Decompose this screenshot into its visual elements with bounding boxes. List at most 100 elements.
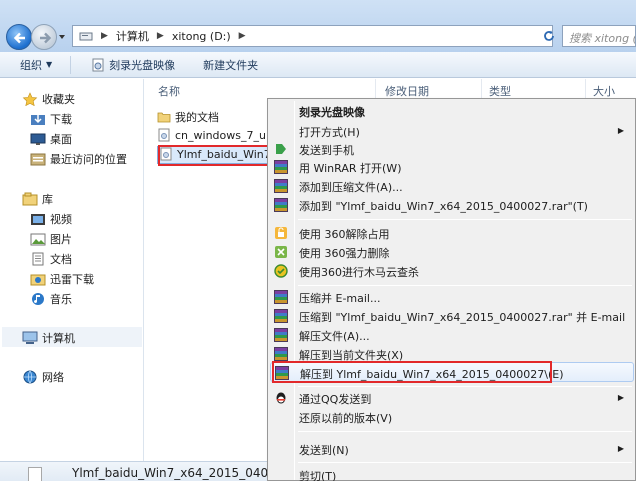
pictures-library-icon xyxy=(30,233,46,246)
nav-xunlei-downloads[interactable]: 迅雷下载 xyxy=(30,271,94,287)
breadcrumb-computer[interactable]: 计算机 xyxy=(112,28,153,44)
organize-button[interactable]: 组织 ▼ xyxy=(12,54,60,76)
nav-recent-places-label: 最近访问的位置 xyxy=(50,153,127,166)
network-icon xyxy=(23,370,37,384)
menu-item-360-unlock[interactable]: 使用 360解除占用 xyxy=(270,223,634,243)
menu-item-compress-named-email[interactable]: 压缩到 "Ylmf_baidu_Win7_x64_2015_0400027.ra… xyxy=(270,306,634,326)
file-thumbnail xyxy=(28,467,42,481)
column-header-type[interactable]: 类型 xyxy=(489,83,511,99)
disc-image-icon xyxy=(92,58,104,71)
menu-separator xyxy=(298,462,632,463)
new-folder-button[interactable]: 新建文件夹 xyxy=(195,54,266,76)
column-divider[interactable] xyxy=(375,79,376,99)
breadcrumb-separator[interactable]: ▶ xyxy=(235,31,250,41)
nav-network[interactable]: 网络 xyxy=(22,369,64,385)
nav-downloads-label: 下载 xyxy=(50,113,72,126)
submenu-arrow-icon: ▶ xyxy=(617,393,624,402)
menu-item-label: 剪切(T) xyxy=(299,470,337,481)
breadcrumb-separator[interactable]: ▶ xyxy=(153,31,168,41)
column-header-name[interactable]: 名称 xyxy=(158,83,180,99)
breadcrumb-separator[interactable]: ▶ xyxy=(97,31,112,41)
menu-item-extract-files[interactable]: 解压文件(A)... xyxy=(270,325,634,345)
address-box[interactable]: ▶ 计算机 ▶ xitong (D:) ▶ xyxy=(72,25,608,47)
column-header-size[interactable]: 大小 xyxy=(593,83,615,99)
column-divider[interactable] xyxy=(481,79,482,99)
nav-downloads[interactable]: 下载 xyxy=(30,111,72,127)
menu-item-360-trojan-scan[interactable]: 使用360进行木马云查杀 xyxy=(270,261,634,281)
menu-item-label: 压缩到 "Ylmf_baidu_Win7_x64_2015_0400027.ra… xyxy=(299,311,626,324)
column-divider[interactable] xyxy=(585,79,586,99)
menu-item-label: 还原以前的版本(V) xyxy=(299,412,393,425)
column-header-date[interactable]: 修改日期 xyxy=(385,83,429,99)
back-button[interactable] xyxy=(6,24,32,50)
nav-documents[interactable]: 文档 xyxy=(30,251,72,267)
menu-item-360-force-delete[interactable]: 使用 360强力删除 xyxy=(270,242,634,262)
menu-item-add-to-archive[interactable]: 添加到压缩文件(A)... xyxy=(270,176,634,196)
forward-button[interactable] xyxy=(31,24,57,50)
menu-separator xyxy=(298,386,632,387)
menu-item-send-to[interactable]: 发送到(N) ▶ xyxy=(270,439,634,459)
nav-videos[interactable]: 视频 xyxy=(30,211,72,227)
nav-music[interactable]: 音乐 xyxy=(30,291,72,307)
libraries-icon xyxy=(22,192,38,206)
nav-documents-label: 文档 xyxy=(50,253,72,266)
menu-item-restore-previous-versions[interactable]: 还原以前的版本(V) xyxy=(270,407,634,427)
nav-libraries-label: 库 xyxy=(42,193,53,206)
nav-favorites[interactable]: 收藏夹 xyxy=(22,91,75,107)
menu-item-label: 添加到 "Ylmf_baidu_Win7_x64_2015_0400027.ra… xyxy=(299,200,588,213)
360-unlock-icon xyxy=(275,227,287,239)
menu-item-label: 发送到(N) xyxy=(299,444,349,457)
nav-pictures-label: 图片 xyxy=(50,233,72,246)
nav-desktop[interactable]: 桌面 xyxy=(30,131,72,147)
nav-recent-places[interactable]: 最近访问的位置 xyxy=(30,151,127,167)
submenu-arrow-icon: ▶ xyxy=(617,444,624,453)
computer-icon xyxy=(22,331,38,344)
back-arrow-icon xyxy=(13,32,25,44)
nav-network-label: 网络 xyxy=(42,371,64,384)
burn-label: 刻录光盘映像 xyxy=(109,58,176,72)
menu-item-burn-disc-image[interactable]: 刻录光盘映像 xyxy=(270,101,634,121)
menu-item-send-to-phone[interactable]: 发送到手机 xyxy=(270,139,634,159)
winrar-icon xyxy=(274,198,288,212)
recent-pages-chevron-icon[interactable] xyxy=(58,33,66,41)
phone-icon xyxy=(276,144,286,154)
downloads-folder-icon xyxy=(31,115,45,125)
menu-item-open-with[interactable]: 打开方式(H) ▶ xyxy=(270,121,634,141)
star-icon xyxy=(22,92,38,106)
menu-item-compress-email[interactable]: 压缩并 E-mail... xyxy=(270,287,634,307)
winrar-icon xyxy=(274,290,288,304)
videos-library-icon xyxy=(31,214,45,225)
recent-places-icon xyxy=(30,153,46,166)
documents-library-icon xyxy=(32,252,44,266)
nav-computer[interactable]: 计算机 xyxy=(22,330,75,346)
file-name: 我的文档 xyxy=(175,111,219,124)
details-file-name: Ylmf_baidu_Win7_x64_2015_040002 xyxy=(72,466,291,480)
navigation-pane: 收藏夹 下载 桌面 最近访问的位置 库 视频 图片 文档 迅雷下载 音乐 计算机 xyxy=(0,79,144,461)
organize-label: 组织 xyxy=(20,58,42,72)
file-row[interactable]: 我的文档 xyxy=(157,109,219,125)
xunlei-folder-icon xyxy=(30,274,46,286)
address-bar-row: ▶ 计算机 ▶ xitong (D:) ▶ 搜索 xitong (D:) xyxy=(0,0,636,52)
burn-disc-image-button[interactable]: 刻录光盘映像 xyxy=(83,54,183,76)
context-menu: 刻录光盘映像 打开方式(H) ▶ 发送到手机 用 WinRAR 打开(W) 添加… xyxy=(267,98,636,481)
search-input[interactable]: 搜索 xitong (D:) xyxy=(562,25,636,47)
nav-libraries[interactable]: 库 xyxy=(22,191,53,207)
desktop-icon xyxy=(30,133,46,145)
menu-item-cut[interactable]: 剪切(T) xyxy=(270,465,634,481)
refresh-icon xyxy=(544,30,554,41)
chevron-down-icon: ▼ xyxy=(46,60,53,69)
menu-item-label: 通过QQ发送到 xyxy=(299,393,372,406)
menu-item-label: 使用360进行木马云查杀 xyxy=(299,266,419,279)
menu-item-label: 使用 360强力删除 xyxy=(299,247,390,260)
menu-item-label: 压缩并 E-mail... xyxy=(299,292,381,305)
iso-file-icon xyxy=(158,128,170,142)
nav-pictures[interactable]: 图片 xyxy=(30,231,72,247)
menu-item-open-with-winrar[interactable]: 用 WinRAR 打开(W) xyxy=(270,157,634,177)
breadcrumb-drive[interactable]: xitong (D:) xyxy=(168,30,235,43)
refresh-button[interactable] xyxy=(540,25,558,47)
menu-item-label: 发送到手机 xyxy=(299,144,354,157)
menu-item-send-via-qq[interactable]: 通过QQ发送到 ▶ xyxy=(270,388,634,408)
highlight-annotation xyxy=(158,145,276,166)
menu-item-add-to-named-rar[interactable]: 添加到 "Ylmf_baidu_Win7_x64_2015_0400027.ra… xyxy=(270,195,634,215)
command-bar: 组织 ▼ 刻录光盘映像 新建文件夹 xyxy=(0,52,636,78)
